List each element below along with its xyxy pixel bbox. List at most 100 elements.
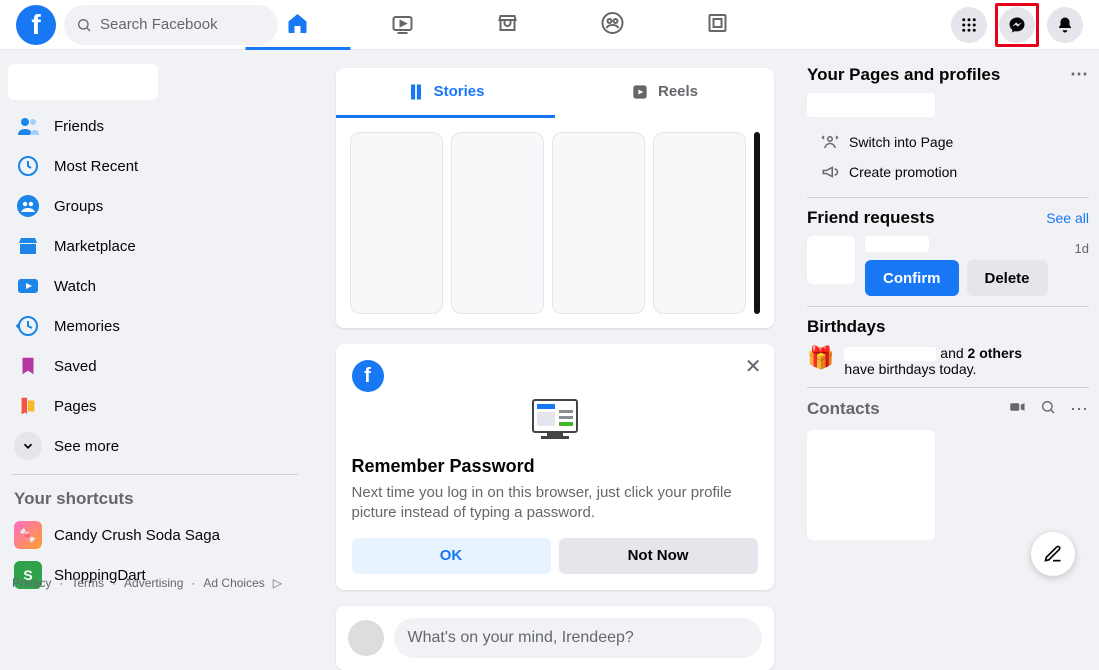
story-tile[interactable] <box>451 132 544 314</box>
leftnav-label: Marketplace <box>54 238 136 255</box>
friend-avatar[interactable] <box>807 236 855 284</box>
divider <box>807 197 1089 198</box>
tab-reels-label: Reels <box>658 83 698 100</box>
most-recent-icon <box>14 152 42 180</box>
stories-card: Stories Reels <box>336 68 774 328</box>
footer-link[interactable]: Terms <box>71 576 104 590</box>
search-contacts-button[interactable] <box>1040 399 1056 419</box>
facebook-logo[interactable]: f <box>16 5 56 45</box>
menu-button[interactable] <box>951 7 987 43</box>
remember-body: Next time you log in on this browser, ju… <box>352 483 758 524</box>
video-icon <box>1008 398 1026 416</box>
contacts-options[interactable]: ⋯ <box>1070 399 1089 420</box>
leftnav-label: Memories <box>54 318 120 335</box>
messenger-highlight <box>995 3 1039 47</box>
leftnav-memories[interactable]: Memories <box>8 306 302 346</box>
groups-icon <box>601 11 625 35</box>
notifications-button[interactable] <box>1047 7 1083 43</box>
leftnav-friends[interactable]: Friends <box>8 106 302 146</box>
nav-marketplace[interactable] <box>455 0 560 50</box>
page-chip[interactable] <box>807 93 935 117</box>
facebook-mini-logo: f <box>352 360 384 392</box>
close-button[interactable]: ✕ <box>745 354 762 379</box>
main-feed: Stories Reels ✕ f Remember Pa <box>310 50 799 594</box>
gaming-icon <box>706 11 730 35</box>
stories-row[interactable] <box>336 118 774 328</box>
leftnav-watch[interactable]: Watch <box>8 266 302 306</box>
leftnav-saved[interactable]: Saved <box>8 346 302 386</box>
top-nav: f Search Facebook <box>0 0 1099 50</box>
confirm-button[interactable]: Confirm <box>865 260 959 296</box>
divider <box>807 387 1089 388</box>
switch-icon <box>821 133 839 151</box>
leftnav-label: Pages <box>54 398 97 415</box>
leftnav-label: Watch <box>54 278 96 295</box>
leftnav-groups[interactable]: Groups <box>8 186 302 226</box>
tab-reels[interactable]: Reels <box>555 68 774 118</box>
story-tile[interactable] <box>754 132 760 314</box>
new-post-fab[interactable] <box>1031 532 1075 576</box>
leftnav-label: See more <box>54 438 119 455</box>
new-room-button[interactable] <box>1008 398 1026 420</box>
switch-into-page[interactable]: Switch into Page <box>807 127 1089 157</box>
leftnav-label: Most Recent <box>54 158 138 175</box>
nav-groups[interactable] <box>560 0 665 50</box>
tab-stories[interactable]: Stories <box>336 68 555 118</box>
shortcut-candy-crush[interactable]: 🍬 Candy Crush Soda Saga <box>8 515 302 555</box>
menu-grid-icon <box>960 16 978 34</box>
nav-gaming[interactable] <box>665 0 770 50</box>
create-promotion[interactable]: Create promotion <box>807 157 1089 187</box>
edit-icon <box>1043 544 1063 564</box>
composer-placeholder: What's on your mind, Irendeep? <box>408 629 634 647</box>
delete-button[interactable]: Delete <box>967 260 1048 296</box>
ok-button[interactable]: OK <box>352 538 551 574</box>
footer-link[interactable]: Privacy <box>12 576 51 590</box>
marketplace-icon <box>496 11 520 35</box>
leftnav-label: Saved <box>54 358 97 375</box>
leftnav-label: Friends <box>54 118 104 135</box>
search-icon <box>1040 399 1056 415</box>
leftnav-pages[interactable]: Pages <box>8 386 302 426</box>
story-tile[interactable] <box>653 132 746 314</box>
reels-icon <box>630 82 650 102</box>
friends-icon <box>14 112 42 140</box>
composer[interactable]: What's on your mind, Irendeep? <box>336 606 774 670</box>
footer-link[interactable]: Ad Choices <box>203 576 264 590</box>
megaphone-icon <box>821 163 839 181</box>
footer-link[interactable]: Advertising <box>124 576 183 590</box>
saved-icon <box>14 352 42 380</box>
avatar[interactable] <box>348 620 384 656</box>
stories-tabs: Stories Reels <box>336 68 774 118</box>
nav-watch[interactable] <box>350 0 455 50</box>
contact-item[interactable] <box>807 430 935 540</box>
messenger-button[interactable] <box>999 7 1035 43</box>
friend-requests-title: Friend requests <box>807 208 935 228</box>
friend-request-time: 1d <box>1075 241 1089 256</box>
not-now-button[interactable]: Not Now <box>559 538 758 574</box>
home-icon <box>286 11 310 35</box>
search-placeholder: Search Facebook <box>100 16 218 33</box>
candy-crush-icon: 🍬 <box>14 521 42 549</box>
stories-icon <box>406 82 426 102</box>
story-tile[interactable] <box>350 132 443 314</box>
marketplace-nav-icon <box>14 232 42 260</box>
gift-icon: 🎁 <box>807 345 834 371</box>
remember-title: Remember Password <box>352 456 758 477</box>
profile-chip[interactable] <box>8 64 158 100</box>
nav-home[interactable] <box>245 0 350 50</box>
divider <box>807 306 1089 307</box>
leftnav-marketplace[interactable]: Marketplace <box>8 226 302 266</box>
story-tile[interactable] <box>552 132 645 314</box>
center-nav <box>245 0 770 50</box>
chevron-down-icon <box>14 432 42 460</box>
birthday-row[interactable]: 🎁 and 2 others have birthdays today. <box>807 345 1089 377</box>
pages-options[interactable]: ⋯ <box>1070 64 1089 85</box>
groups-nav-icon <box>14 192 42 220</box>
birthday-name <box>844 347 936 361</box>
shortcuts-title: Your shortcuts <box>8 483 302 515</box>
leftnav-most-recent[interactable]: Most Recent <box>8 146 302 186</box>
see-all-link[interactable]: See all <box>1046 210 1089 226</box>
leftnav-see-more[interactable]: See more <box>8 426 302 466</box>
composer-input[interactable]: What's on your mind, Irendeep? <box>394 618 762 658</box>
birthdays-title: Birthdays <box>807 317 885 337</box>
